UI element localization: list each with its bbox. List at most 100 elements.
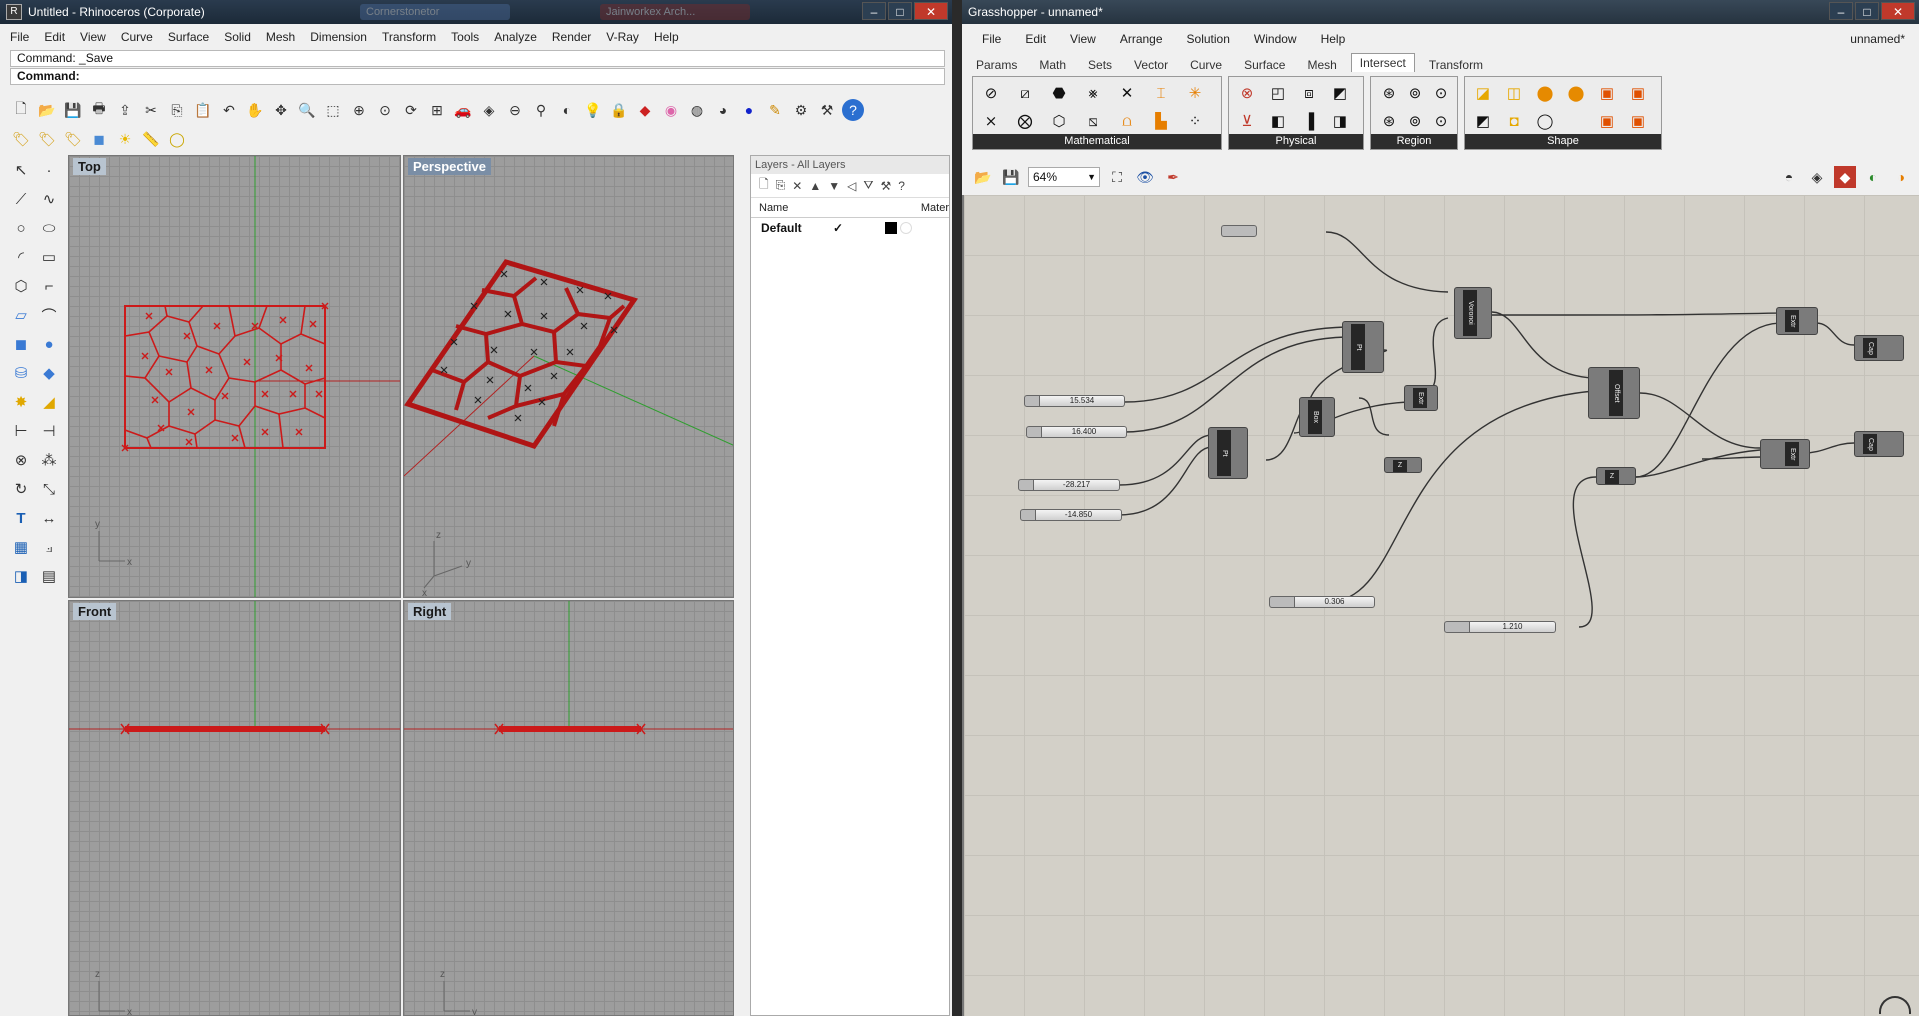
color-wheel-icon[interactable]: ◉ [660,99,682,121]
tools-icon[interactable]: ⚒ [880,179,891,193]
gh-menu-window[interactable]: Window [1254,32,1297,46]
region-difference-icon[interactable]: ⊙ [1429,109,1453,133]
point-icon[interactable]: · [36,158,62,182]
hide-object-icon[interactable]: ◐ [556,99,578,121]
scale-icon[interactable]: ⤡ [36,477,62,501]
zoom-selected-icon[interactable]: ⊙ [374,99,396,121]
new-file-icon[interactable]: 🗋 [10,99,32,121]
iso-curve-icon[interactable]: ⌶ [1149,81,1173,105]
split-icon[interactable]: ⊢ [8,419,34,443]
component-extrude-2[interactable]: Extr [1776,307,1818,335]
solid-difference-icon[interactable]: ◩ [1471,109,1495,133]
number-slider-1[interactable]: 15.534 [1024,395,1125,407]
tab-intersect[interactable]: Intersect [1350,53,1415,72]
lock-icon[interactable]: 🔒 [608,99,630,121]
menu-view[interactable]: View [80,30,106,44]
loft-icon[interactable]: ⌒ [36,303,62,327]
mesh-union-icon[interactable]: ▣ [1595,81,1619,105]
surface-split-icon[interactable]: ◩ [1328,81,1352,105]
layer-material-icon[interactable] [900,222,912,234]
tab-mesh[interactable]: Mesh [1307,58,1336,72]
document-preview-icon[interactable]: ◑ [1890,166,1912,188]
preview-eye-icon[interactable]: 👁 [1134,166,1156,188]
layer-color-swatch[interactable] [885,222,897,234]
viewport-perspective[interactable]: z y x Perspective [403,155,734,598]
tab-surface[interactable]: Surface [1244,58,1285,72]
box-icon[interactable]: ◼ [8,332,34,356]
line-plane-icon[interactable]: ⨯ [979,109,1003,133]
curve-self-icon[interactable]: ⊻ [1235,109,1259,133]
shaded-sphere-icon[interactable]: ◕ [712,99,734,121]
component-offset[interactable]: Offset [1588,367,1640,419]
move-out-icon[interactable]: ◁ [847,179,856,193]
menu-curve[interactable]: Curve [121,30,153,44]
gh-doc-name[interactable]: unnamed* [1850,32,1905,46]
plane-region-icon[interactable]: ✕ [1115,81,1139,105]
pan-hand-icon[interactable]: ✋ [244,99,266,121]
boolean-icon[interactable]: ⊗ [8,448,34,472]
menu-solid[interactable]: Solid [224,30,251,44]
plane-surface-icon[interactable]: ◆ [36,361,62,385]
car-icon[interactable]: 🚗 [452,99,474,121]
trim-solid-icon[interactable]: ⊛ [1377,81,1401,105]
sphere-icon[interactable]: ● [36,332,62,356]
sphere-plane-icon[interactable]: ⁘ [1183,109,1207,133]
gh-menu-file[interactable]: File [982,32,1001,46]
component-box[interactable]: Box [1299,397,1335,437]
tab-transform[interactable]: Transform [1429,58,1483,72]
dimension-icon[interactable]: ↔ [36,506,62,530]
gh-menu-arrange[interactable]: Arrange [1120,32,1163,46]
delete-layer-icon[interactable]: ✕ [792,179,802,193]
move-down-icon[interactable]: ▼ [828,179,840,193]
four-viewports-icon[interactable]: ⊞ [426,99,448,121]
mesh-mesh-icon[interactable]: ▐ [1297,109,1321,133]
region-split-icon[interactable]: ◯ [1533,109,1557,133]
menu-transform[interactable]: Transform [382,30,436,44]
viewport-label-front[interactable]: Front [73,603,117,620]
paste-icon[interactable]: 📋 [192,99,214,121]
zoom-window-icon[interactable]: ⬚ [322,99,344,121]
polygon-icon[interactable]: ⬡ [8,274,34,298]
cylinder-icon[interactable]: ⛁ [8,361,34,385]
gh-open-icon[interactable]: 📂 [972,166,994,188]
gh-maximize-button[interactable]: □ [1855,2,1879,20]
rotate-icon[interactable]: ↻ [8,477,34,501]
mesh-split-icon[interactable]: ▣ [1626,109,1650,133]
number-slider-3[interactable]: -28.217 [1018,479,1120,491]
menu-tools[interactable]: Tools [451,30,479,44]
plane-section-icon[interactable]: ▙ [1149,109,1173,133]
component-extrude-1[interactable]: Extr [1404,385,1438,411]
undo-icon[interactable]: ↶ [218,99,240,121]
zoom-icon[interactable]: 🔍 [296,99,318,121]
cut-icon[interactable]: ✂ [140,99,162,121]
new-layer-icon[interactable]: 🗋 [759,175,769,196]
brep-split-icon[interactable]: ◨ [1328,109,1352,133]
viewport-label-top[interactable]: Top [73,158,106,175]
command-line-input[interactable]: Command: [10,68,945,85]
explode-icon[interactable]: ✸ [8,390,34,414]
preview-selected-icon[interactable]: ◆ [1834,166,1856,188]
layer-current-check[interactable]: ✓ [833,218,885,238]
gh-save-icon[interactable]: 💾 [1000,166,1022,188]
ellipse-icon[interactable]: ⬭ [36,216,62,240]
menu-mesh[interactable]: Mesh [266,30,295,44]
zoom-dropdown[interactable]: 64% ▼ [1028,167,1100,187]
surface-icon[interactable]: ▱ [8,303,34,327]
layer-row[interactable]: Default ✓ [751,218,949,238]
plane-plane-icon[interactable]: ⧅ [1081,109,1105,133]
gh-close-button[interactable]: ✕ [1881,2,1915,20]
maximize-button[interactable]: □ [888,2,912,20]
settings-gear-icon[interactable]: ⚙ [790,99,812,121]
filter-icon[interactable]: ⛛ [863,178,873,193]
gh-menu-view[interactable]: View [1070,32,1096,46]
menu-file[interactable]: File [10,30,29,44]
gh-menu-help[interactable]: Help [1321,32,1346,46]
split-brep-icon[interactable]: ◘ [1502,109,1526,133]
curve-icon[interactable]: ∿ [36,187,62,211]
component-construct-point-1[interactable]: Pt [1342,321,1384,373]
text-icon[interactable]: T [8,506,34,530]
new-sublayer-icon[interactable]: ⎘ [776,178,786,193]
minimize-button[interactable]: – [862,2,886,20]
brep-line-icon[interactable]: ⨂ [1013,109,1037,133]
wireframe-sphere-icon[interactable]: ◍ [686,99,708,121]
